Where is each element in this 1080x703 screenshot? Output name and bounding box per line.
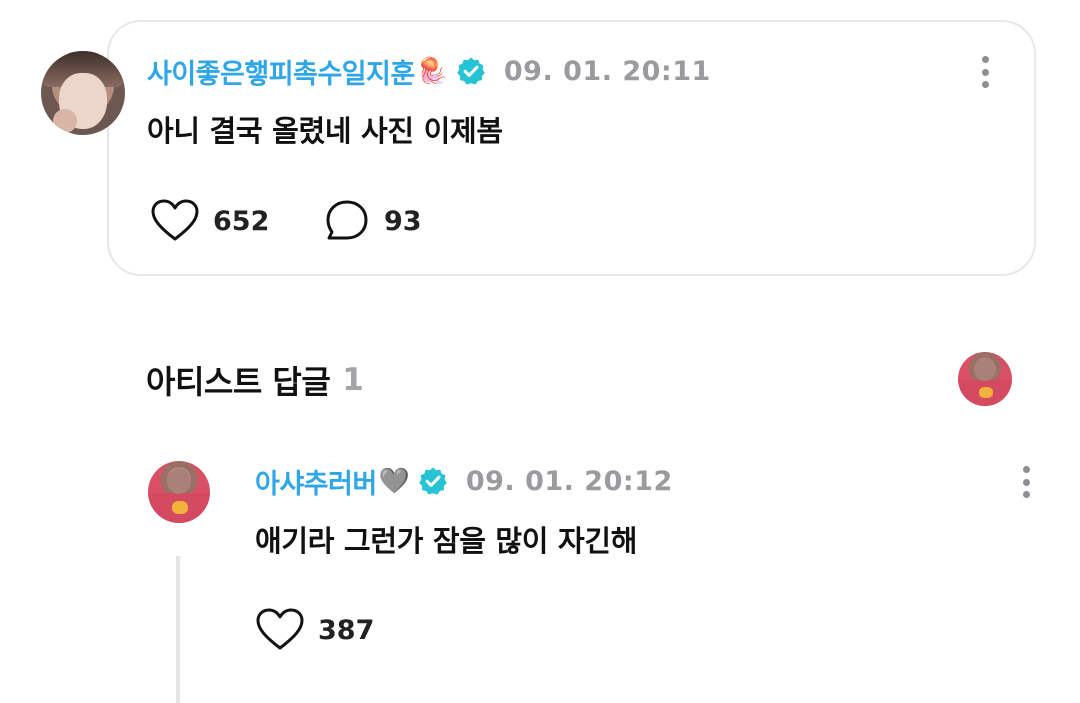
speech-bubble-icon [326,200,368,240]
reply-like-button[interactable]: 387 [256,607,374,653]
artist-replies-title: 아티스트 답글 [146,363,331,401]
reply-timestamp: 09. 01. 20:12 [465,465,673,497]
avatar-hand [53,109,77,133]
reply-author-name[interactable]: 아샤추러버 [255,462,377,501]
artist-replies-header: 아티스트 답글 1 [146,357,364,403]
post-like-button[interactable]: 652 [151,198,269,244]
post-author-name[interactable]: 사이좋은햏피촉수일지훈 [147,52,415,91]
reply-author-emoji: 🩶 [378,466,410,495]
verified-badge-icon [419,467,447,495]
post-more-options-icon[interactable] [973,52,997,92]
post-author-row: 사이좋은햏피촉수일지훈 🪼 09. 01. 20:11 [147,52,711,90]
heart-outline-icon [151,199,199,241]
reply-body-text: 애기라 그런가 잠을 많이 자긴해 [255,524,638,558]
fan-post-screen: 사이좋은햏피촉수일지훈 🪼 09. 01. 20:11 아니 결국 올렸네 사진… [0,0,1080,703]
post-comment-count: 93 [384,205,422,237]
artist-replies-count: 1 [342,362,364,398]
verified-badge-icon [457,57,485,85]
post-comment-button[interactable]: 93 [324,198,422,244]
reply-author-row: 아샤추러버 🩶 09. 01. 20:12 [255,462,673,500]
reply-like-count: 387 [318,614,375,646]
thread-line [176,556,180,703]
post-author-emoji: 🪼 [416,56,448,85]
post-author-avatar[interactable] [41,51,125,135]
artist-avatar-small[interactable] [958,352,1012,406]
heart-outline-icon [256,608,304,650]
post-timestamp: 09. 01. 20:11 [503,55,711,87]
post-like-count: 652 [213,205,270,237]
reply-more-options-icon[interactable] [1014,462,1038,502]
post-body-text: 아니 결국 올렸네 사진 이제봄 [147,114,503,148]
reply-author-avatar[interactable] [148,461,210,523]
